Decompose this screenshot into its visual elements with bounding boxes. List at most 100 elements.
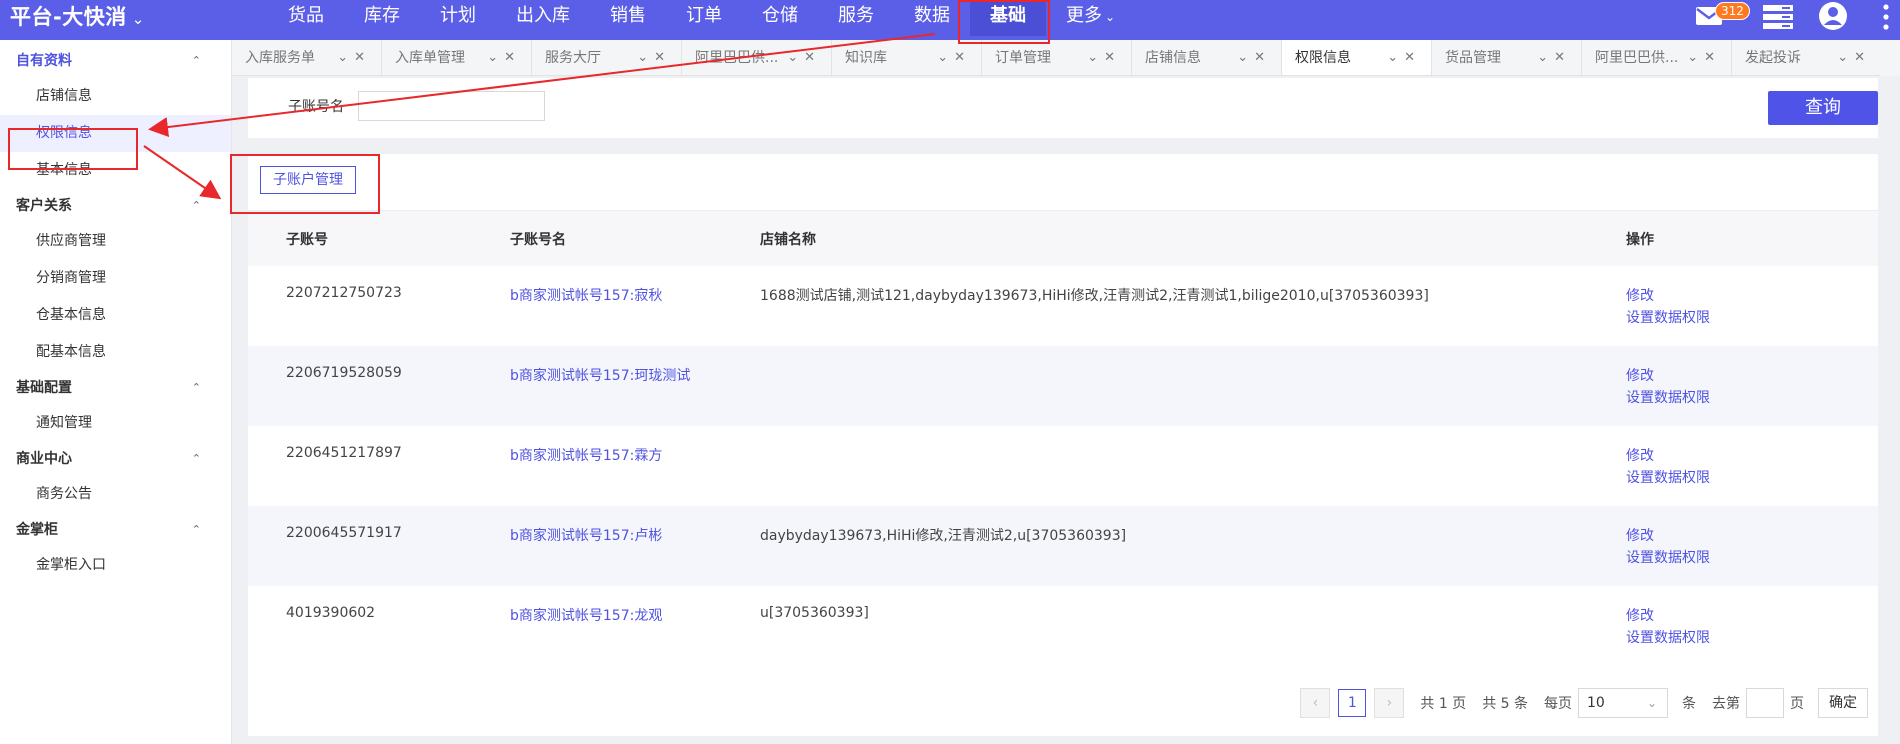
sidebar-item[interactable]: 店铺信息 [0,78,231,115]
goto-confirm-button[interactable]: 确定 [1818,688,1868,718]
nav-item-4[interactable]: 销售 [590,0,666,36]
chevron-down-icon[interactable]: ⌄ [1237,50,1254,65]
sub-account-manage-button[interactable]: 子账户管理 [260,166,356,194]
close-icon[interactable]: ✕ [1854,50,1871,65]
sidebar-group-0[interactable]: 自有资料 ⌃ [0,44,231,78]
edit-link[interactable]: 修改 [1626,445,1710,467]
table-row: 2207212750723 b商家测试帐号157:寂秋 1688测试店铺,测试121… [248,266,1878,346]
chevron-down-icon[interactable]: ⌄ [337,50,354,65]
set-data-permission-link[interactable]: 设置数据权限 [1626,387,1710,409]
tab-7[interactable]: 权限信息 ⌄✕ [1282,40,1432,75]
nav-item-8[interactable]: 数据 [894,0,970,36]
sidebar-item[interactable]: 供应商管理 [0,223,231,260]
tab-label: 发起投诉 [1745,50,1801,66]
sidebar-item[interactable]: 配基本信息 [0,334,231,371]
nav-item-3[interactable]: 出入库 [496,0,590,36]
nav-item-1[interactable]: 库存 [344,0,420,36]
goto-page-input[interactable] [1746,688,1784,718]
main-card: 子账户管理 子账号 子账号名 店铺名称 操作 2207212750723 b商家测… [248,154,1878,736]
user-avatar-icon[interactable] [1818,1,1848,33]
table-body: 2207212750723 b商家测试帐号157:寂秋 1688测试店铺,测试121… [248,266,1878,666]
set-data-permission-link[interactable]: 设置数据权限 [1626,307,1710,329]
nav-item-9[interactable]: 基础 [970,0,1046,36]
close-icon[interactable]: ✕ [1554,50,1571,65]
chevron-down-icon[interactable]: ⌄ [787,50,804,65]
nav-item-0[interactable]: 货品 [268,0,344,36]
chevron-down-icon[interactable]: ⌄ [1087,50,1104,65]
sidebar: 自有资料 ⌃ 店铺信息 权限信息 基本信息 客户关系 ⌃ 供应商管理 分销商管理 仓基本信息 配基本… [0,40,232,744]
sidebar-item[interactable]: 基本信息 [0,152,231,189]
sidebar-group-1[interactable]: 客户关系 ⌃ [0,189,231,223]
search-panel: 子账号名 查询 [248,78,1878,138]
sub-account-name-input[interactable] [358,91,545,121]
sidebar-item[interactable]: 权限信息 [0,115,231,152]
set-data-permission-link[interactable]: 设置数据权限 [1626,467,1710,489]
sidebar-item[interactable]: 分销商管理 [0,260,231,297]
query-button[interactable]: 查询 [1768,91,1878,125]
sidebar-group-2[interactable]: 基础配置 ⌃ [0,371,231,405]
close-icon[interactable]: ✕ [1404,50,1421,65]
sidebar-group-4[interactable]: 金掌柜 ⌃ [0,513,231,547]
chevron-down-icon[interactable]: ⌄ [637,50,654,65]
close-icon[interactable]: ✕ [1254,50,1271,65]
chevron-down-icon[interactable]: ⌄ [487,50,504,65]
cell-sub-account-name[interactable]: b商家测试帐号157:珂珑测试 [510,365,690,385]
tab-5[interactable]: 订单管理 ⌄✕ [982,40,1132,75]
close-icon[interactable]: ✕ [954,50,971,65]
sidebar-item[interactable]: 仓基本信息 [0,297,231,334]
close-icon[interactable]: ✕ [1104,50,1121,65]
tab-4[interactable]: 知识库 ⌄✕ [832,40,982,75]
cell-sub-account-name[interactable]: b商家测试帐号157:卢彬 [510,525,662,545]
close-icon[interactable]: ✕ [804,50,821,65]
tab-1[interactable]: 入库单管理 ⌄✕ [382,40,532,75]
tab-2[interactable]: 服务大厅 ⌄✕ [532,40,682,75]
close-icon[interactable]: ✕ [654,50,671,65]
cell-sub-account: 2200645571917 [286,525,402,541]
chevron-down-icon[interactable]: ⌄ [1387,50,1404,65]
cell-sub-account-name[interactable]: b商家测试帐号157:霖方 [510,445,662,465]
chevron-down-icon[interactable]: ⌄ [1537,50,1554,65]
col-sub-account: 子账号 [286,232,328,248]
close-icon[interactable]: ✕ [504,50,521,65]
nav-item-7[interactable]: 服务 [818,0,894,36]
close-icon[interactable]: ✕ [1704,50,1721,65]
tab-9[interactable]: 阿里巴巴供... ⌄✕ [1582,40,1732,75]
brand-switcher[interactable]: 平台-大快消 ⌄ [10,0,145,36]
edit-link[interactable]: 修改 [1626,605,1710,627]
nav-item-2[interactable]: 计划 [420,0,496,36]
set-data-permission-link[interactable]: 设置数据权限 [1626,547,1710,569]
server-menu-icon[interactable] [1762,3,1794,35]
per-page-label: 每页 [1544,696,1572,712]
mail-icon[interactable]: 312 [1695,2,1750,36]
tab-3[interactable]: 阿里巴巴供... ⌄✕ [682,40,832,75]
nav-item-5[interactable]: 订单 [666,0,742,36]
sidebar-group-3[interactable]: 商业中心 ⌃ [0,442,231,476]
chevron-down-icon[interactable]: ⌄ [1687,50,1704,65]
chevron-down-icon[interactable]: ⌄ [937,50,954,65]
chevron-up-icon: ⌃ [191,54,201,67]
brand-title: 平台-大快消 [10,5,127,29]
cell-sub-account-name[interactable]: b商家测试帐号157:寂秋 [510,285,662,305]
close-icon[interactable]: ✕ [354,50,371,65]
prev-page-button[interactable]: ‹ [1300,688,1331,718]
next-page-button[interactable]: › [1374,688,1405,718]
sidebar-item[interactable]: 商务公告 [0,476,231,513]
edit-link[interactable]: 修改 [1626,525,1710,547]
cell-sub-account-name[interactable]: b商家测试帐号157:龙观 [510,605,662,625]
per-page-select[interactable]: 10 ⌄ [1578,688,1668,718]
more-vertical-icon[interactable] [1882,2,1890,34]
sidebar-item[interactable]: 金掌柜入口 [0,547,231,584]
edit-link[interactable]: 修改 [1626,285,1710,307]
edit-link[interactable]: 修改 [1626,365,1710,387]
nav-item-6[interactable]: 仓储 [742,0,818,36]
chevron-down-icon[interactable]: ⌄ [1837,50,1854,65]
tab-8[interactable]: 货品管理 ⌄✕ [1432,40,1582,75]
tab-10[interactable]: 发起投诉 ⌄✕ [1732,40,1882,75]
tab-6[interactable]: 店铺信息 ⌄✕ [1132,40,1282,75]
sidebar-item[interactable]: 通知管理 [0,405,231,442]
tab-0[interactable]: 入库服务单 ⌄✕ [232,40,382,75]
current-page[interactable]: 1 [1338,689,1367,717]
tab-label: 订单管理 [995,50,1051,66]
nav-more[interactable]: 更多 ⌄ [1046,0,1135,36]
set-data-permission-link[interactable]: 设置数据权限 [1626,627,1710,649]
